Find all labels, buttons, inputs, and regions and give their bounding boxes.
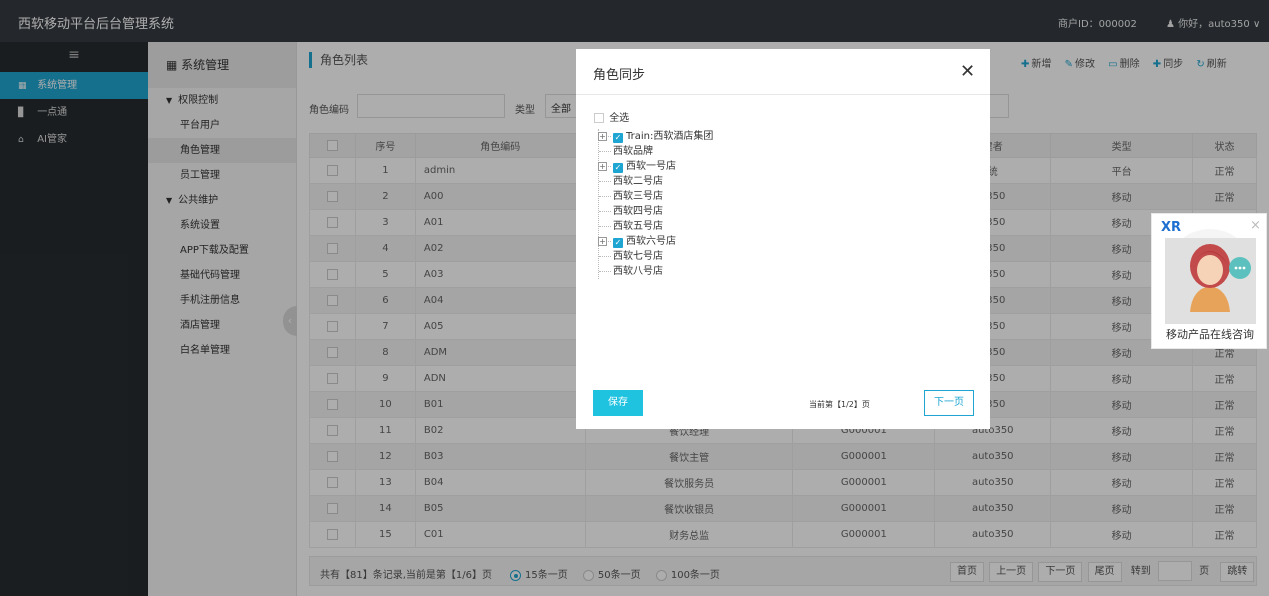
tree-node[interactable]: 西软五号店: [599, 219, 713, 234]
tree-node-label: 西软六号店: [626, 236, 676, 247]
close-icon[interactable]: ✕: [960, 61, 975, 82]
checkbox-checked-icon[interactable]: ✓: [613, 163, 623, 173]
expand-icon[interactable]: +: [598, 132, 607, 141]
expand-icon[interactable]: +: [598, 162, 607, 171]
dialog-header: 角色同步 ✕: [576, 49, 990, 95]
tree-node-label: 西软品牌: [613, 146, 653, 157]
tree-node[interactable]: 西软二号店: [599, 174, 713, 189]
consult-label: 移动产品在线咨询: [1166, 328, 1254, 341]
tree-node-label: 西软五号店: [613, 221, 663, 232]
dialog-title: 角色同步: [593, 68, 646, 83]
expand-icon[interactable]: +: [598, 237, 607, 246]
tree-node[interactable]: + ✓ 西软一号店: [598, 159, 713, 174]
tree-node-label: 西软二号店: [613, 176, 663, 187]
tree-node[interactable]: + ✓ Train:西软酒店集团: [598, 129, 714, 144]
role-sync-dialog: 角色同步 ✕ 全选 + ✓ Train:西软酒店集团 西软品牌 + ✓ 西软一号店 西软二号店…: [576, 49, 990, 429]
tree-node[interactable]: 西软七号店: [599, 249, 713, 264]
tree-node-label: 西软一号店: [626, 161, 676, 172]
tree-node-label: 西软四号店: [613, 206, 663, 217]
tree-node[interactable]: 西软四号店: [599, 204, 713, 219]
tree-node[interactable]: + ✓ 西软六号店: [598, 234, 713, 249]
dialog-page-info: 当前第【1/2】页: [809, 400, 870, 409]
checkbox-checked-icon[interactable]: ✓: [613, 133, 623, 143]
dialog-next-button[interactable]: 下一页: [924, 390, 974, 416]
tree-node[interactable]: 西软八号店: [599, 264, 713, 279]
consult-widget[interactable]: XR × 移动产品在线咨询: [1151, 213, 1267, 349]
tree-node-label: 西软七号店: [613, 251, 663, 262]
hotel-tree: + ✓ Train:西软酒店集团 西软品牌 + ✓ 西软一号店 西软二号店 西软三号店 西软四号店…: [598, 129, 713, 279]
tree-node[interactable]: 西软品牌: [599, 144, 713, 159]
select-all-checkbox[interactable]: [594, 113, 604, 123]
save-button[interactable]: 保存: [593, 390, 643, 416]
tree-node-label: 西软八号店: [613, 266, 663, 277]
tree-node-label: 西软三号店: [613, 191, 663, 202]
select-all-row[interactable]: 全选: [594, 109, 629, 124]
select-all-label: 全选: [609, 113, 630, 124]
tree-node[interactable]: 西软三号店: [599, 189, 713, 204]
checkbox-checked-icon[interactable]: ✓: [613, 238, 623, 248]
tree-node-label: Train:西软酒店集团: [626, 131, 714, 142]
